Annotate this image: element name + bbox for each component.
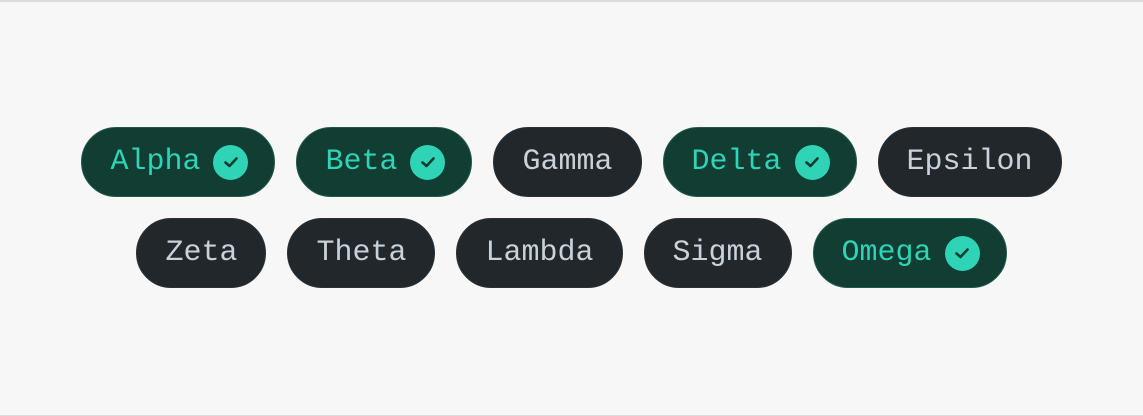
check-circle-icon	[410, 144, 446, 180]
chip-label: Alpha	[110, 145, 201, 179]
filter-chip-group: Alpha Beta Gamma Delta Epsilon Zeta Thet…	[0, 127, 1143, 288]
chip-zeta[interactable]: Zeta	[136, 218, 267, 288]
chip-label: Epsilon	[906, 145, 1033, 179]
chip-beta[interactable]: Beta	[296, 127, 473, 197]
chip-lambda[interactable]: Lambda	[456, 218, 623, 288]
chip-label: Lambda	[485, 236, 594, 270]
chip-label: Theta	[316, 236, 407, 270]
check-circle-icon	[213, 144, 249, 180]
chip-row-2: Zeta Theta Lambda Sigma Omega	[136, 218, 1007, 288]
chip-label: Beta	[325, 145, 398, 179]
chip-alpha[interactable]: Alpha	[81, 127, 276, 197]
chip-label: Gamma	[522, 145, 613, 179]
chip-sigma[interactable]: Sigma	[643, 218, 792, 288]
chip-label: Zeta	[165, 236, 238, 270]
chip-epsilon[interactable]: Epsilon	[877, 127, 1062, 197]
chip-theta[interactable]: Theta	[287, 218, 436, 288]
chip-gamma[interactable]: Gamma	[493, 127, 642, 197]
chip-row-1: Alpha Beta Gamma Delta Epsilon	[81, 127, 1062, 197]
chip-label: Omega	[841, 236, 932, 270]
check-circle-icon	[794, 144, 830, 180]
chip-omega[interactable]: Omega	[812, 218, 1007, 288]
chip-label: Delta	[691, 145, 782, 179]
chip-label: Sigma	[672, 236, 763, 270]
check-circle-icon	[944, 235, 980, 271]
chip-delta[interactable]: Delta	[662, 127, 857, 197]
